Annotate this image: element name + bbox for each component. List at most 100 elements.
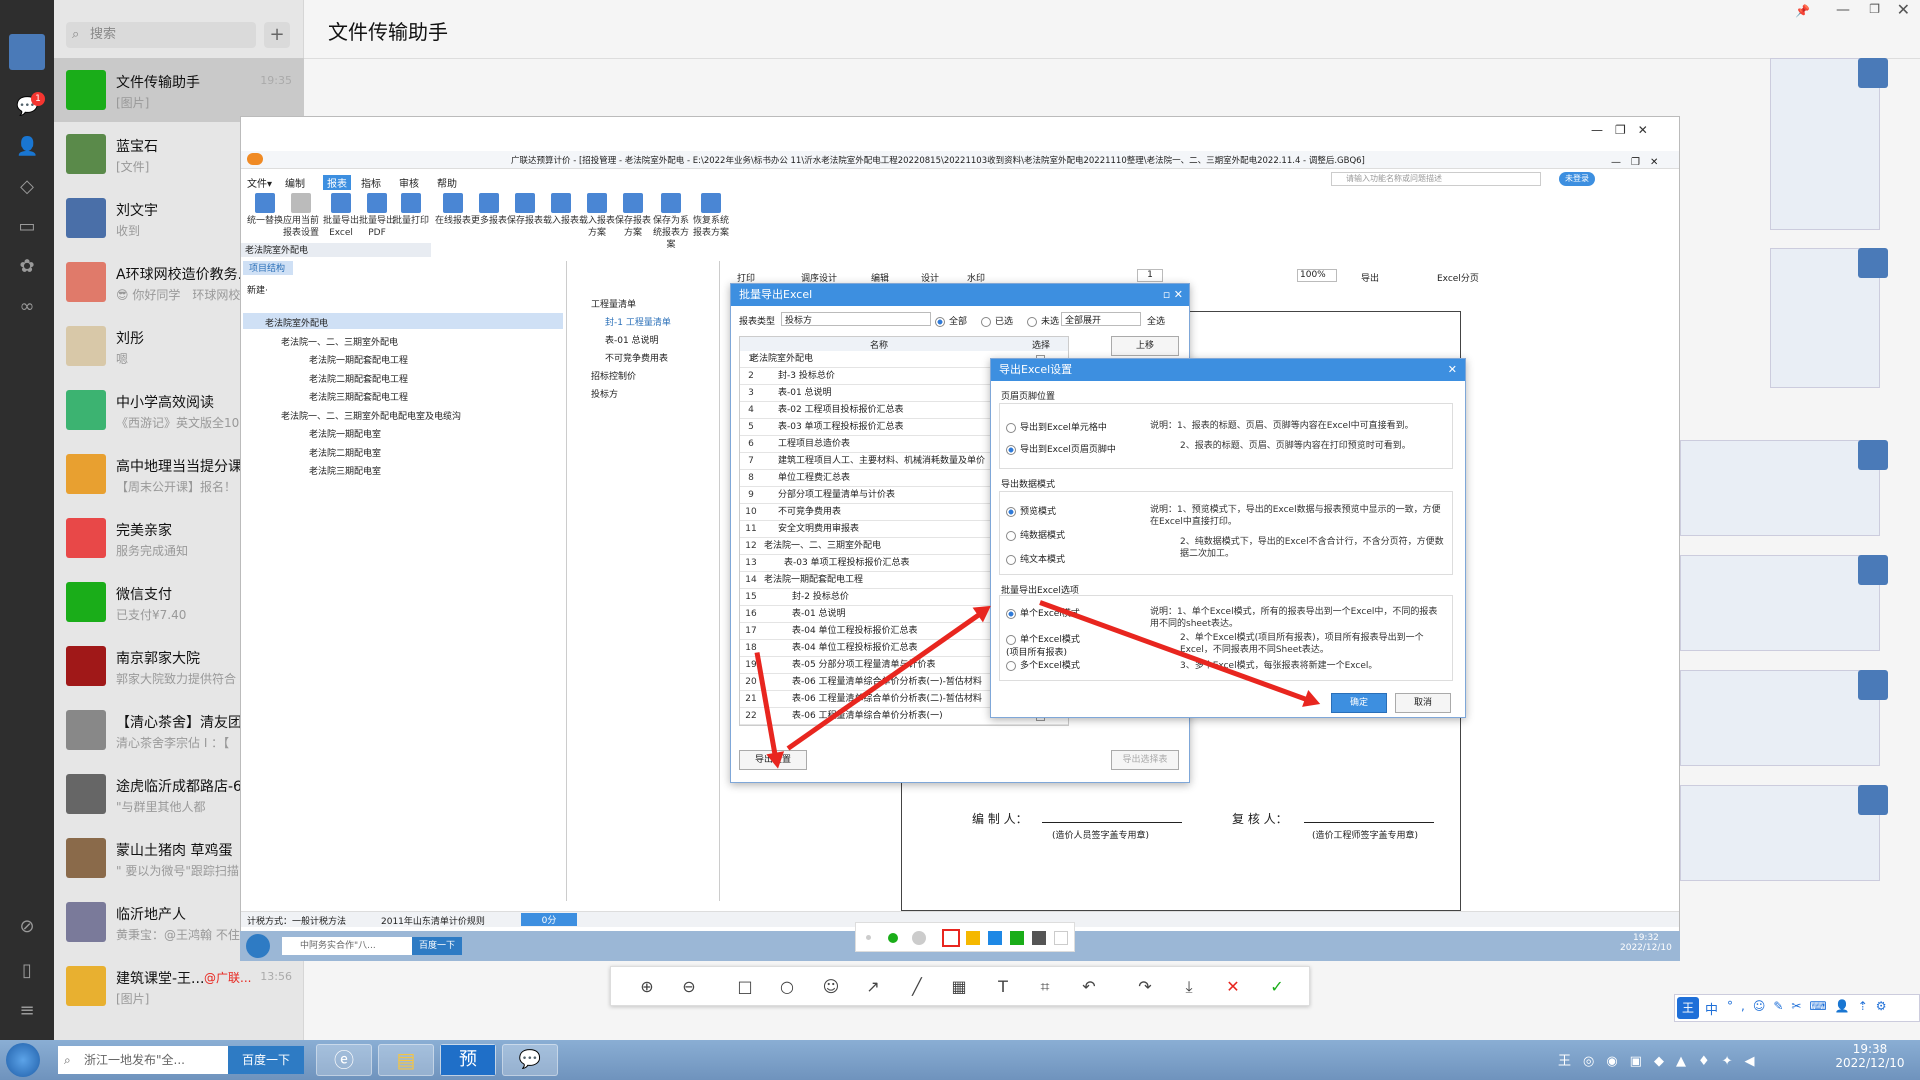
project-tree-item[interactable]: 老法院三期配套配电工程 <box>309 390 408 403</box>
cancel-button[interactable]: 取消 <box>1395 693 1451 713</box>
phone-icon[interactable]: ▯ <box>16 960 38 982</box>
download-icon[interactable]: ⤓ <box>1177 975 1201 999</box>
toolbar-button[interactable]: 批量导出PDF <box>359 193 395 239</box>
folder-icon[interactable]: ▭ <box>16 216 38 238</box>
chat-image-thumb[interactable] <box>1680 555 1880 651</box>
report-tree-item[interactable]: 招标控制价 <box>591 369 636 382</box>
color-swatch[interactable] <box>942 929 960 947</box>
opt-export-cell[interactable]: 导出到Excel单元格中 <box>1006 420 1107 433</box>
new-button[interactable]: 新建· <box>247 283 268 296</box>
chat-item[interactable]: 建筑课堂-王... [图片] 13:56 @广联... <box>54 954 304 1018</box>
moments-icon[interactable]: ✿ <box>16 256 38 278</box>
page-input[interactable]: 1 <box>1137 269 1163 282</box>
opt-multi-excel[interactable]: 多个Excel模式 <box>1006 658 1080 671</box>
taskbar-search[interactable]: 中阿务实合作"八... <box>282 937 412 955</box>
ime-tools-icon[interactable]: °,☺✎✂⌨👤⇡⚙ <box>1727 999 1895 1013</box>
contacts-icon[interactable]: 👤 <box>16 136 38 158</box>
chat-item[interactable]: 文件传输助手 [图片] 19:35 <box>54 58 304 122</box>
user-avatar[interactable] <box>9 34 45 70</box>
toolbar-button[interactable]: 保存报表 <box>507 193 543 227</box>
close-icon[interactable]: ✕ <box>1897 0 1910 19</box>
undo-icon[interactable]: ↶ <box>1077 975 1101 999</box>
login-button[interactable]: 未登录 <box>1559 172 1595 186</box>
wechat-icon[interactable]: 💬 <box>502 1044 558 1076</box>
menu-icon[interactable]: ≡ <box>16 1000 38 1022</box>
menu-item[interactable]: 报表 <box>323 175 351 190</box>
report-tool-button[interactable]: 导出 <box>1361 271 1379 284</box>
zoom-select[interactable]: 100% <box>1297 269 1337 282</box>
chat-image-thumb[interactable] <box>1680 670 1880 766</box>
close-icon[interactable]: ▫ ✕ <box>1163 284 1183 306</box>
miniprogram-icon[interactable]: ∞ <box>16 296 38 318</box>
search-input[interactable]: ⌕ 搜索 <box>66 22 256 48</box>
menu-item[interactable]: 文件▾ <box>247 175 272 190</box>
toolbar-button[interactable]: 保存报表方案 <box>615 193 651 239</box>
cancel-icon[interactable]: ✕ <box>1221 975 1245 999</box>
report-tree-item[interactable]: 表-01 总说明 <box>605 333 659 346</box>
project-tree-item[interactable]: 老法院一、二、三期室外配电配电室及电缆沟 <box>281 409 461 422</box>
export-selected-button[interactable]: 导出选择表 <box>1111 750 1179 770</box>
link-icon[interactable]: ⊘ <box>16 916 38 938</box>
emoji-icon[interactable]: ☺ <box>819 975 843 999</box>
toolbar-button[interactable]: 保存为系统报表方案 <box>653 193 689 251</box>
type-select[interactable]: 投标方 <box>781 312 931 326</box>
report-tool-button[interactable]: Excel分页 <box>1437 271 1479 284</box>
size-medium[interactable] <box>888 933 898 943</box>
menu-item[interactable]: 审核 <box>399 175 419 190</box>
taskbar-search[interactable]: ⌕ 浙江一地发布"全... <box>58 1046 228 1074</box>
menu-item[interactable]: 帮助 <box>437 175 457 190</box>
text-icon[interactable]: T <box>991 975 1015 999</box>
baidu-button[interactable]: 百度一下 <box>412 937 462 955</box>
toolbar-button[interactable]: 恢复系统报表方案 <box>693 193 729 239</box>
ie-icon[interactable]: ⓔ <box>316 1044 372 1076</box>
opt-pure-data[interactable]: 纯数据模式 <box>1006 528 1065 541</box>
zoom-out-icon[interactable]: ⊖ <box>677 975 701 999</box>
toolbar-button[interactable]: 载入报表 <box>543 193 579 227</box>
opt-pure-text[interactable]: 纯文本模式 <box>1006 552 1065 565</box>
color-swatch[interactable] <box>988 931 1002 945</box>
select-all-checkbox[interactable]: 全选 <box>1147 314 1165 327</box>
chat-image-thumb[interactable] <box>1680 785 1880 881</box>
size-small[interactable] <box>866 935 871 940</box>
color-swatch[interactable] <box>1054 931 1068 945</box>
maximize-icon[interactable]: ❐ <box>1869 2 1880 16</box>
outer-window-controls[interactable]: — ❐ ✕ <box>1591 121 1648 138</box>
up-button[interactable]: 上移 <box>1111 336 1179 356</box>
function-search[interactable]: 请输入功能名称或问题描述 <box>1331 172 1541 186</box>
menu-item[interactable]: 指标 <box>361 175 381 190</box>
report-tree-item[interactable]: 工程量清单 <box>591 297 636 310</box>
tray-icons[interactable]: 王◎◉▣◆▲♦✦◀ <box>1558 1050 1767 1069</box>
opt-preview-mode[interactable]: 预览模式 <box>1006 504 1056 517</box>
circle-icon[interactable]: ○ <box>775 975 799 999</box>
project-tree-item[interactable]: 老法院一期配电室 <box>309 427 381 440</box>
expand-select[interactable]: 全部展开 <box>1061 312 1141 326</box>
favorites-icon[interactable]: ◇ <box>16 176 38 198</box>
toolbar-button[interactable]: 统一替换 <box>247 193 283 227</box>
explorer-icon[interactable]: ▤ <box>378 1044 434 1076</box>
toolbar-button[interactable]: 应用当前报表设置 <box>283 193 319 239</box>
report-tree-item[interactable]: 封-1 工程量清单 <box>605 315 671 328</box>
toolbar-button[interactable]: 批量导出Excel <box>323 193 359 239</box>
add-button[interactable]: + <box>264 22 290 48</box>
crop-icon[interactable]: ⌗ <box>1033 975 1057 999</box>
start-icon[interactable] <box>246 934 270 958</box>
rectangle-icon[interactable]: □ <box>733 975 757 999</box>
color-swatch[interactable] <box>1032 931 1046 945</box>
opt-export-header[interactable]: 导出到Excel页眉页脚中 <box>1006 442 1116 455</box>
opt-single-excel-all[interactable]: 单个Excel模式 (项目所有报表) <box>1006 632 1080 658</box>
pen-icon[interactable]: ╱ <box>905 975 929 999</box>
report-tree-item[interactable]: 不可竞争费用表 <box>605 351 668 364</box>
window-controls[interactable]: — ❐ ✕ <box>1611 153 1658 168</box>
size-large[interactable] <box>912 931 926 945</box>
zoom-in-icon[interactable]: ⊕ <box>635 975 659 999</box>
filter-unselected[interactable]: 未选 <box>1027 314 1059 327</box>
close-icon[interactable]: ✕ <box>1448 359 1457 381</box>
filter-selected[interactable]: 已选 <box>981 314 1013 327</box>
project-tree-item[interactable]: 老法院三期配电室 <box>309 464 381 477</box>
color-swatch[interactable] <box>966 931 980 945</box>
project-tab[interactable]: 老法院室外配电 <box>241 243 431 257</box>
ime-logo[interactable]: 王 <box>1677 997 1699 1019</box>
share-icon[interactable]: ↷ <box>1133 975 1157 999</box>
toolbar-button[interactable]: 载入报表方案 <box>579 193 615 239</box>
project-tree-item[interactable]: 老法院二期配电室 <box>309 446 381 459</box>
